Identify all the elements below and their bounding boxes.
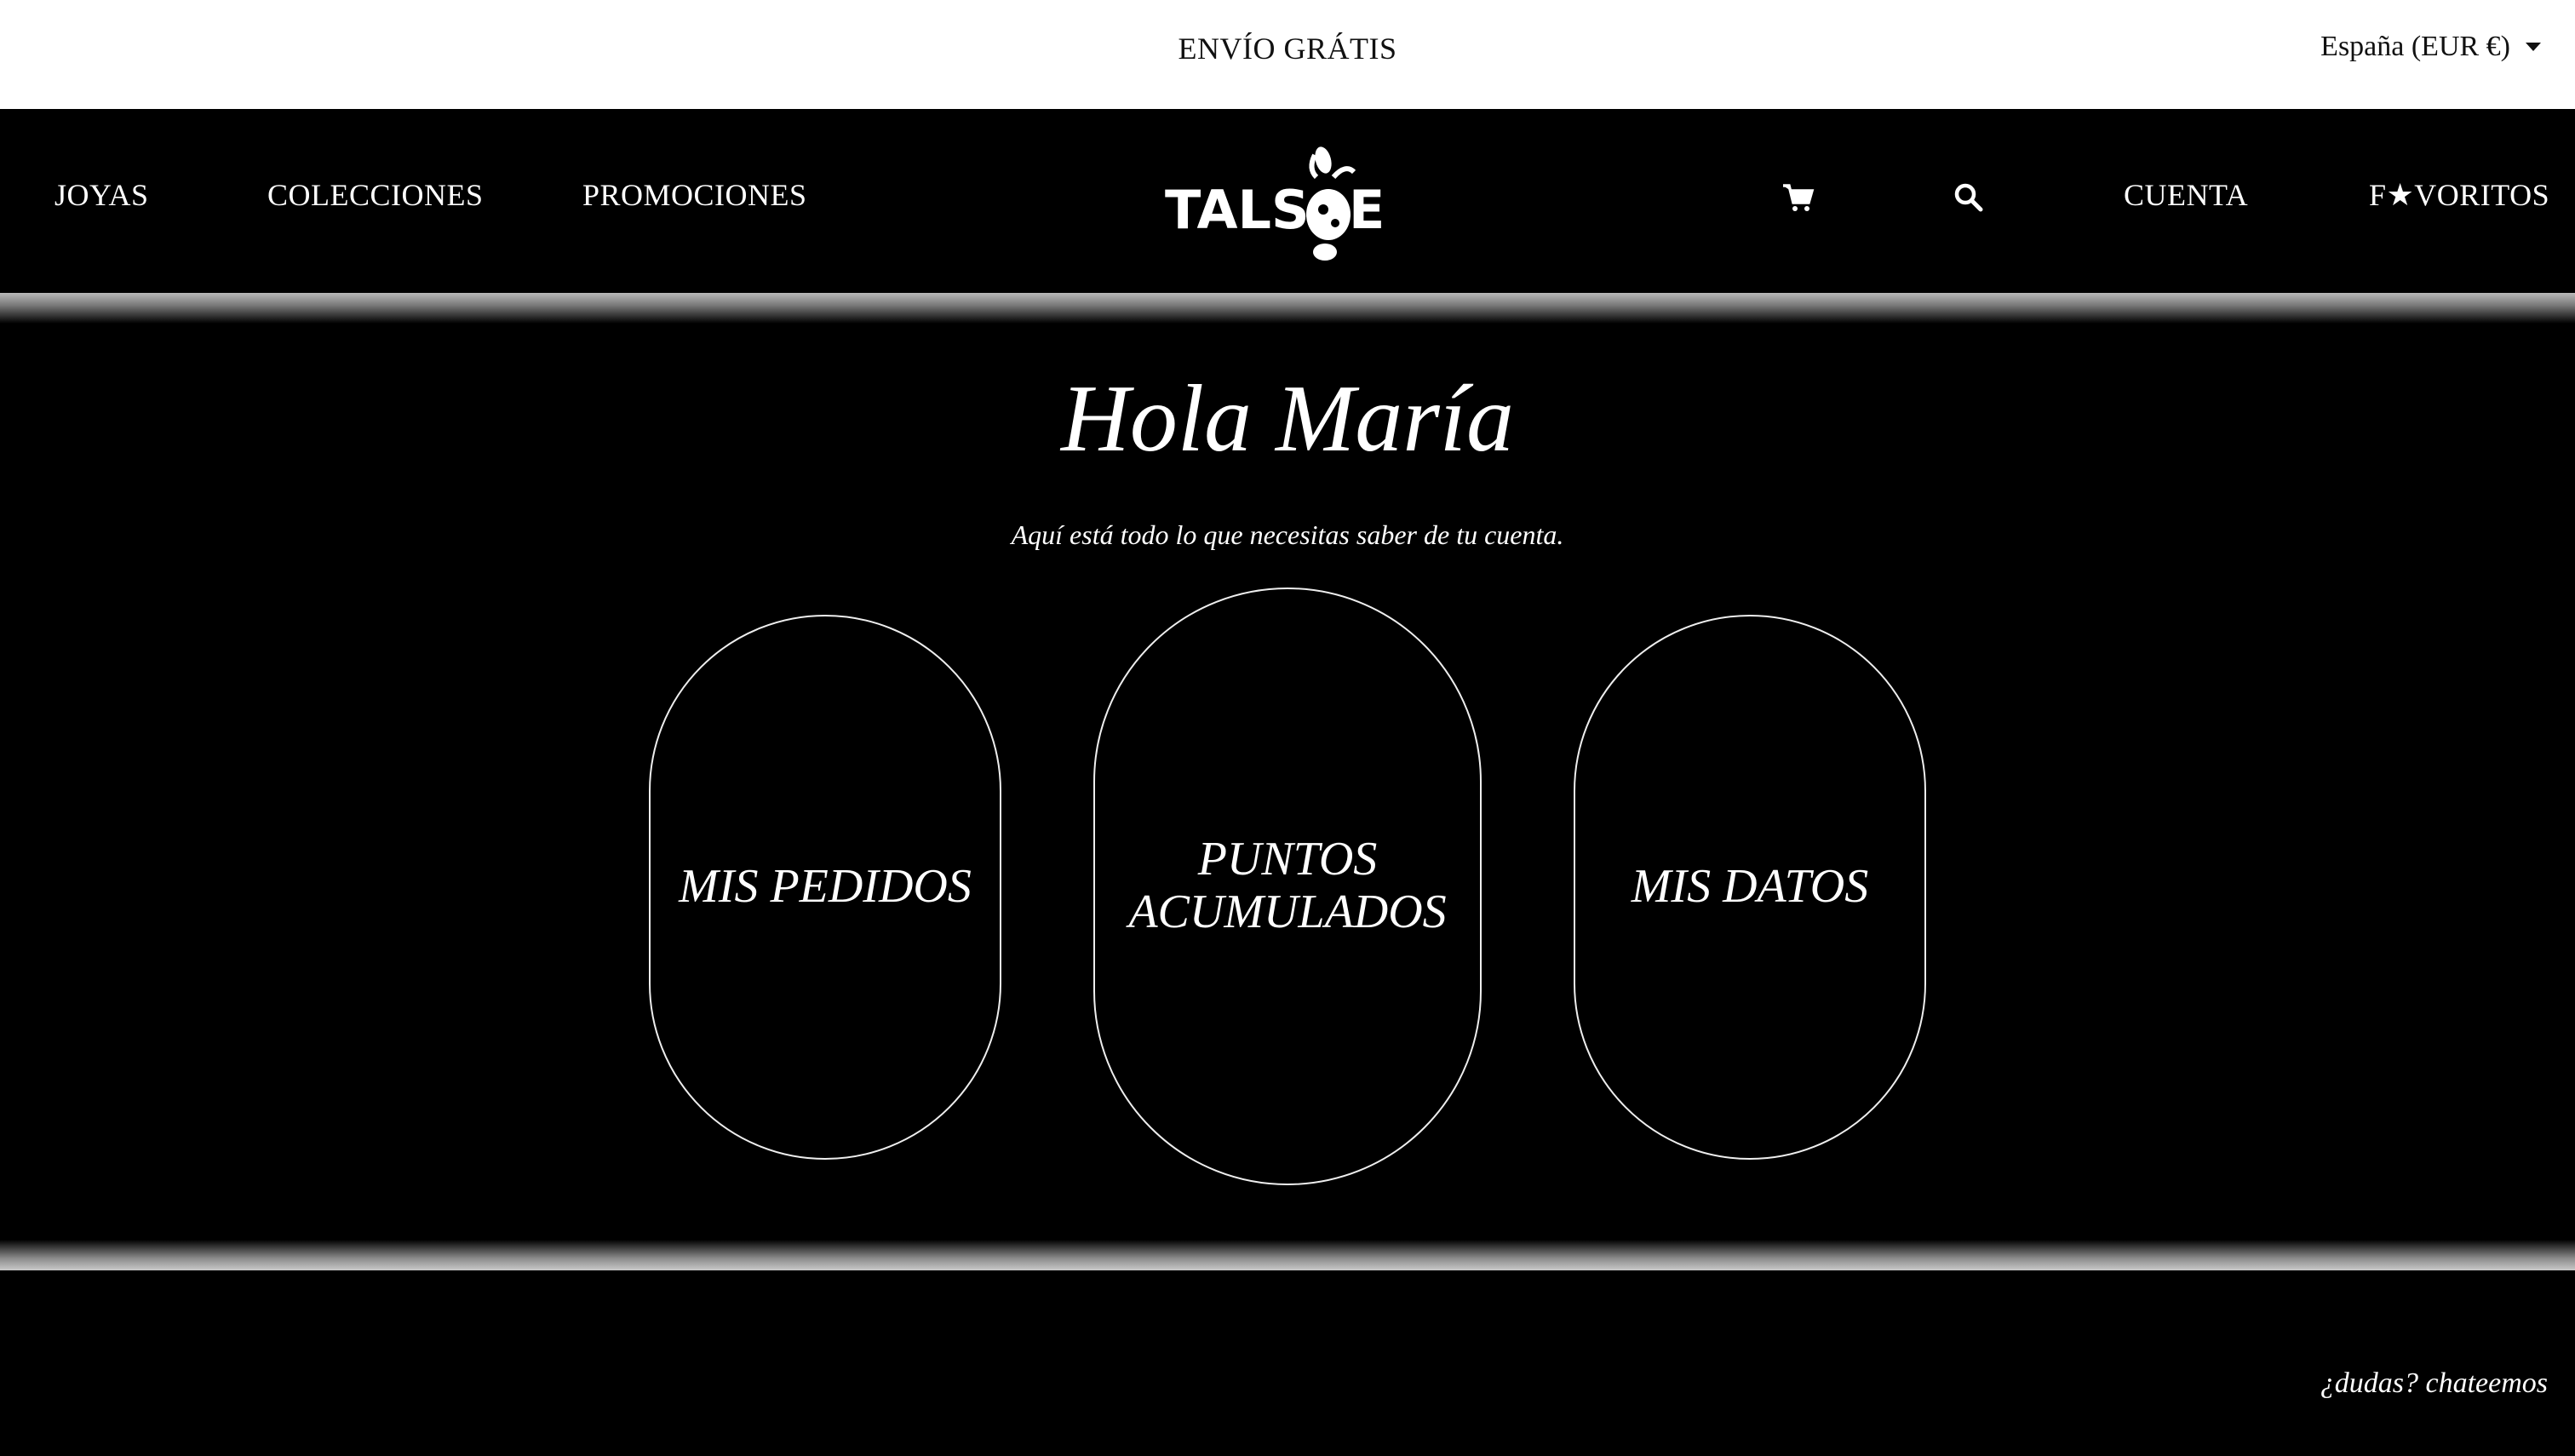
page-title: Hola María [1061, 366, 1514, 472]
logo-figure-icon [1306, 146, 1356, 261]
nav-promociones[interactable]: PROMOCIONES [582, 177, 807, 213]
my-data-button[interactable]: MIS DATOS [1574, 615, 1926, 1160]
page-subtitle: Aquí está todo lo que necesitas saber de… [1011, 519, 1564, 550]
my-orders-button[interactable]: MIS PEDIDOS [649, 615, 1001, 1160]
announcement-bar: ENVÍO GRÁTIS España (EUR €) [0, 0, 2575, 109]
brand-logo[interactable]: TALS E [1165, 143, 1395, 262]
points-label: PUNTOS ACUMULADOS [1128, 833, 1447, 938]
logo-text-left: TALS [1165, 179, 1310, 241]
nav-joyas[interactable]: JOYAS [54, 177, 149, 213]
points-button[interactable]: PUNTOS ACUMULADOS [1093, 588, 1482, 1185]
cart-icon[interactable] [1781, 181, 1815, 215]
chat-link[interactable]: ¿dudas? chateemos [2320, 1367, 2548, 1400]
chevron-down-icon [2526, 43, 2541, 51]
my-data-label: MIS DATOS [1631, 860, 1869, 914]
divider-bottom [0, 1240, 2575, 1270]
my-orders-label: MIS PEDIDOS [679, 860, 972, 914]
logo-text-right: E [1349, 179, 1385, 241]
search-icon[interactable] [1952, 181, 1986, 215]
main-nav: JOYAS COLECCIONES PROMOCIONES TALS E CUE… [0, 109, 2575, 293]
nav-cuenta[interactable]: CUENTA [2124, 177, 2248, 213]
divider-top [0, 293, 2575, 324]
region-label: España (EUR €) [2320, 31, 2510, 62]
nav-favoritos[interactable]: F★VORITOS [2369, 177, 2549, 213]
region-selector[interactable]: España (EUR €) [2320, 31, 2541, 63]
free-shipping-text: ENVÍO GRÁTIS [1178, 32, 1397, 66]
nav-colecciones[interactable]: COLECCIONES [267, 177, 484, 213]
